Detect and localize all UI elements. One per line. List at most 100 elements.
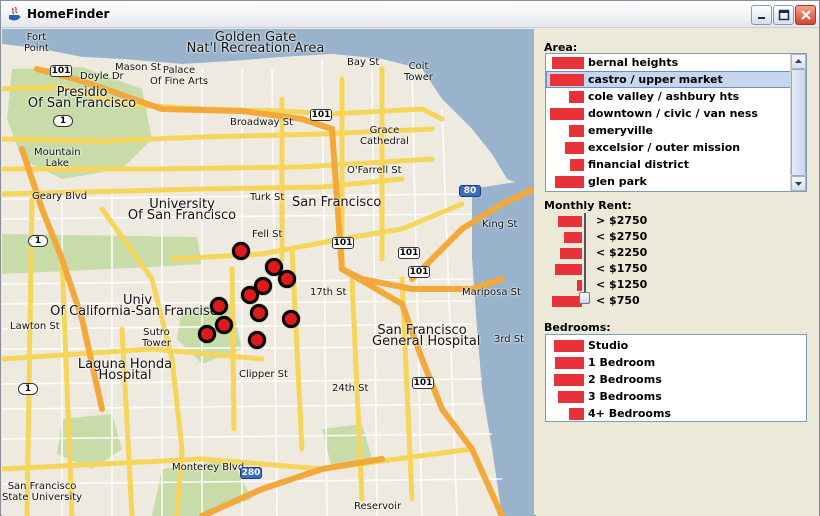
highway-101-shield: 101 <box>332 237 354 249</box>
rent-count-bar <box>552 296 582 307</box>
area-row[interactable]: castro / upper market <box>546 71 806 88</box>
area-row-label: bernal heights <box>588 56 679 69</box>
area-listbox[interactable]: bernal heights castro / upper market cole … <box>545 53 807 192</box>
maximize-button[interactable] <box>773 5 794 25</box>
maximize-icon <box>778 9 790 21</box>
rent-count-bar <box>577 280 582 291</box>
bedroom-row-label: 1 Bedroom <box>588 356 656 369</box>
bedroom-row-label: 4+ Bedrooms <box>588 407 671 420</box>
rent-slider-thumb[interactable] <box>579 292 590 304</box>
area-row[interactable]: cole valley / ashbury hts <box>546 88 806 105</box>
area-row-label: cole valley / ashbury hts <box>588 90 740 103</box>
area-count-bar <box>552 57 584 69</box>
label-sutro-tower: Sutro Tower <box>142 327 171 349</box>
rent-row-label: < $2250 <box>596 246 648 259</box>
bedroom-count-bar <box>558 391 584 403</box>
area-scrollbar[interactable] <box>790 54 806 191</box>
area-count-bar <box>569 125 584 137</box>
area-row[interactable]: excelsior / outer mission <box>546 139 806 156</box>
area-row-label: glen park <box>588 175 647 188</box>
label-broadway: Broadway St <box>230 117 294 128</box>
area-row-label: financial district <box>588 158 689 171</box>
rent-count-bar <box>558 216 582 227</box>
area-row-label: excelsior / outer mission <box>588 141 741 154</box>
area-count-bar <box>550 74 584 86</box>
area-row[interactable]: bernal heights <box>546 54 806 71</box>
minimize-button[interactable] <box>751 5 772 25</box>
area-row[interactable]: financial district <box>546 156 806 173</box>
highway-1-shield: 1 <box>53 115 73 127</box>
scroll-down-button[interactable] <box>791 176 806 191</box>
listing-marker[interactable] <box>215 316 233 334</box>
area-row[interactable]: emeryville <box>546 122 806 139</box>
area-row[interactable]: glen park <box>546 173 806 190</box>
rent-slider-track[interactable] <box>584 213 586 297</box>
highway-101-shield: 101 <box>50 65 72 77</box>
rent-count-bar <box>560 248 582 259</box>
rent-row[interactable]: > $2750 <box>544 213 664 229</box>
label-monterey-blvd: Monterey Blvd <box>172 462 245 473</box>
rent-row[interactable]: < $750 <box>544 293 664 309</box>
arrow-down-icon <box>795 182 802 186</box>
label-palace: Palace Of Fine Arts <box>150 65 209 87</box>
label-mountain-lake: Mountain Lake <box>34 147 81 169</box>
rent-row[interactable]: < $1250 <box>544 277 664 293</box>
listing-marker[interactable] <box>282 310 300 328</box>
label-mariposa-st: Mariposa St <box>462 287 521 298</box>
listing-marker[interactable] <box>248 331 266 349</box>
label-univ-california: Univ Of California-San Francisco <box>50 293 225 319</box>
label-coit-tower: Coit Tower <box>404 61 433 83</box>
label-doyle-dr: Doyle Dr <box>80 71 124 82</box>
listing-marker[interactable] <box>210 297 228 315</box>
listing-marker[interactable] <box>198 325 216 343</box>
label-university: University Of San Francisco <box>127 197 237 223</box>
title-bar[interactable]: HomeFinder <box>1 1 819 28</box>
homefinder-window: HomeFinder Fort Point Golden Gate Nat'l … <box>0 0 820 516</box>
label-17th-st: 17th St <box>310 287 347 298</box>
bedroom-row-label: Studio <box>588 339 629 352</box>
close-icon <box>801 10 811 20</box>
java-app-icon <box>9 7 21 21</box>
filter-panel: Area: bernal heights castro / upper marke… <box>536 29 819 516</box>
bedroom-row[interactable]: 2 Bedrooms <box>546 371 806 388</box>
bedroom-row-label: 2 Bedrooms <box>588 373 662 386</box>
bedroom-count-bar <box>555 357 584 369</box>
label-fort-point: Fort Point <box>24 32 49 54</box>
bedroom-count-bar <box>569 408 584 420</box>
highway-101-shield: 101 <box>408 266 430 278</box>
area-count-bar <box>565 142 584 154</box>
scroll-thumb[interactable] <box>791 69 806 176</box>
bedroom-row[interactable]: 4+ Bedrooms <box>546 405 806 421</box>
label-fell-st: Fell St <box>252 229 283 240</box>
listing-marker[interactable] <box>278 270 296 288</box>
label-presidio: Presidio Of San Francisco <box>27 85 137 111</box>
bedroom-count-bar <box>554 374 584 386</box>
area-row-label: emeryville <box>588 124 653 137</box>
listing-marker[interactable] <box>232 242 250 260</box>
area-row[interactable]: downtown / civic / van ness <box>546 105 806 122</box>
bedrooms-listbox[interactable]: Studio 1 Bedroom 2 Bedrooms 3 Bedrooms 4+ Be… <box>545 334 807 422</box>
listing-marker[interactable] <box>241 286 259 304</box>
monthly-rent-label: Monthly Rent: <box>544 199 632 212</box>
scroll-up-button[interactable] <box>791 54 806 69</box>
rent-row[interactable]: < $2750 <box>544 229 664 245</box>
label-san-francisco: San Francisco <box>292 195 382 210</box>
bedroom-row[interactable]: 3 Bedrooms <box>546 388 806 405</box>
highway-1-shield: 1 <box>18 383 38 395</box>
close-button[interactable] <box>795 5 816 25</box>
rent-row[interactable]: < $1750 <box>544 261 664 277</box>
rent-row-label: < $750 <box>596 294 640 307</box>
map-view[interactable]: Fort Point Golden Gate Nat'l Recreation … <box>2 29 534 516</box>
area-row-label: downtown / civic / van ness <box>588 107 758 120</box>
rent-count-bar <box>555 264 582 275</box>
highway-101-shield: 101 <box>412 377 434 389</box>
bedroom-row[interactable]: Studio <box>546 337 806 354</box>
rent-row[interactable]: < $2250 <box>544 245 664 261</box>
rent-row-label: < $2750 <box>596 230 648 243</box>
bedroom-row[interactable]: 1 Bedroom <box>546 354 806 371</box>
label-reservoir: Reservoir <box>354 501 402 512</box>
bedroom-count-bar <box>554 340 584 352</box>
listing-marker[interactable] <box>250 304 268 322</box>
interstate-280-shield: 280 <box>240 467 262 479</box>
highway-101-shield: 101 <box>398 247 420 259</box>
